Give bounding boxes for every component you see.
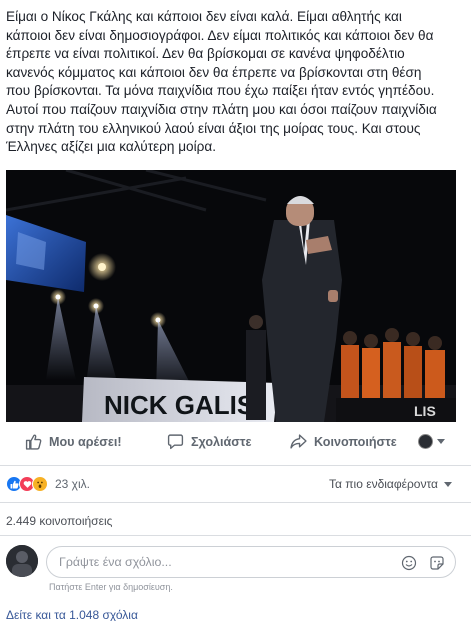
view-all-comments-link[interactable]: Δείτε και τα 1.048 σχόλια — [6, 608, 138, 621]
post-photo[interactable]: NICK GALIS LIS — [6, 170, 456, 422]
comment-label: Σχολιάστε — [191, 434, 252, 449]
share-button[interactable]: Κοινοποιήστε — [289, 433, 397, 451]
team-players: LIS — [336, 328, 456, 422]
post-line: κάποιοι δεν είναι δημοσιογράφοι. Δεν είμ… — [6, 27, 434, 43]
page-avatar-icon — [418, 434, 433, 449]
comment-bubble-icon — [166, 433, 184, 451]
post-line: έπρεπε να είναι πολιτικοί. Δεν θα βρίσκο… — [6, 46, 405, 62]
comment-sort-dropdown[interactable]: Τα πιο ενδιαφέροντα — [329, 477, 452, 491]
comment-input[interactable]: Γράψτε ένα σχόλιο... — [46, 546, 456, 578]
shares-count[interactable]: 2.449 κοινοποιήσεις — [6, 514, 112, 528]
thumbs-up-icon — [24, 433, 42, 451]
comment-placeholder: Γράψτε ένα σχόλιο... — [59, 555, 172, 569]
reaction-count: 23 χιλ. — [55, 477, 90, 491]
post-line: Είμαι ο Νίκος Γκάλης και κάποιοι δεν είν… — [6, 9, 402, 24]
photo-scene: NICK GALIS LIS — [6, 170, 456, 422]
post-line: Αυτοί που παίζουν παιχνίδια στην πλάτη μ… — [6, 101, 437, 117]
divider — [0, 465, 471, 466]
sticker-icon[interactable] — [427, 553, 447, 573]
share-arrow-icon — [289, 433, 307, 451]
like-button[interactable]: Μου αρέσει! — [24, 433, 122, 451]
enter-hint: Πατήστε Enter για δημοσίευση. — [49, 582, 173, 592]
page-selector[interactable] — [418, 434, 445, 449]
banner-text: NICK GALIS — [104, 390, 254, 420]
like-label: Μου αρέσει! — [49, 434, 122, 449]
post-text: Είμαι ο Νίκος Γκάλης και κάποιοι δεν είν… — [6, 8, 468, 157]
post-line: στην πλάτη του ελληνικού λαού είναι άξιο… — [6, 120, 421, 136]
emoji-icon[interactable] — [399, 553, 419, 573]
post-line: που βρίσκονται. Τα μόνα παιχνίδια που έχ… — [6, 83, 435, 99]
reactions-summary[interactable]: 23 χιλ. Τα πιο ενδιαφέροντα — [6, 474, 462, 494]
jersey-text: LIS — [414, 403, 436, 419]
divider — [0, 535, 471, 536]
comment-input-icons — [391, 553, 447, 573]
reaction-icons — [6, 476, 48, 492]
caret-down-icon — [444, 481, 452, 487]
comment-button[interactable]: Σχολιάστε — [166, 433, 252, 451]
divider — [0, 502, 471, 503]
chevron-down-icon — [437, 439, 445, 444]
post-line: Έλληνες αξίζει μια καλύτερη μοίρα. — [6, 139, 216, 155]
sort-label: Τα πιο ενδιαφέροντα — [328, 477, 438, 491]
share-label: Κοινοποιήστε — [314, 434, 397, 449]
post-line: κανενός κόμματος και κάποιοι δεν θα έπρε… — [6, 64, 422, 80]
avatar[interactable] — [6, 545, 38, 577]
post-actions: Μου αρέσει! Σχολιάστε Κοινοποιήστε — [6, 425, 456, 458]
wow-icon — [32, 476, 48, 492]
comment-composer: Γράψτε ένα σχόλιο... — [6, 545, 462, 579]
